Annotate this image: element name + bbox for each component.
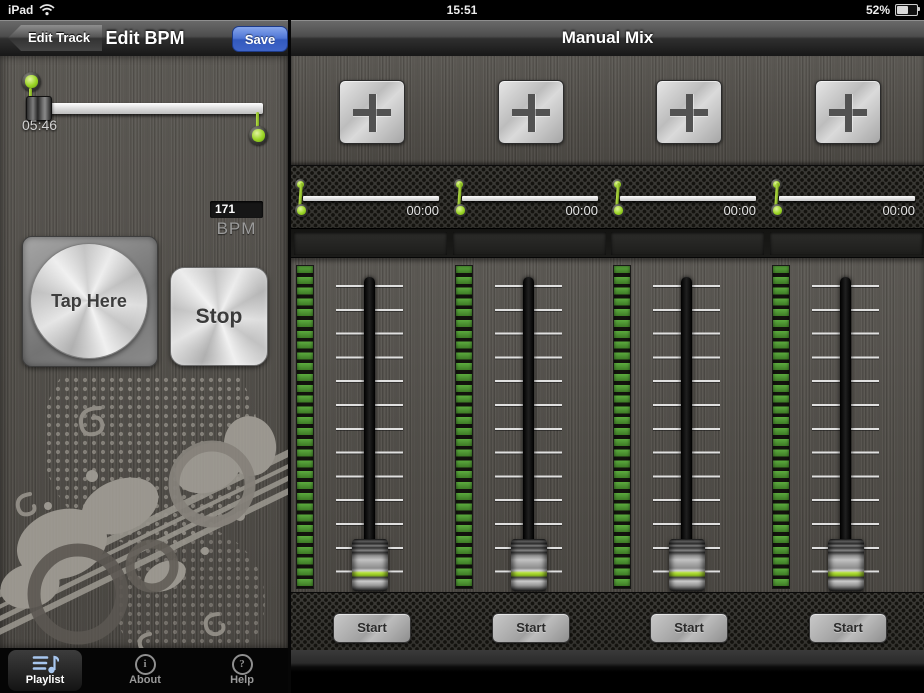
timeline-track-4[interactable] (779, 196, 915, 201)
vu-meter-1 (296, 265, 314, 589)
start-button-3[interactable]: Start (650, 613, 728, 643)
tab-help[interactable]: ? Help (205, 650, 279, 691)
timeline-pin-bottom[interactable] (612, 204, 625, 217)
tab-bar: Playlist i About ? Help (0, 648, 288, 693)
plus-icon (845, 94, 852, 132)
track-end-pin[interactable] (249, 126, 268, 145)
app-root: iPad 15:51 52% Edit Track Edit BPM Save … (0, 0, 924, 693)
tab-playlist-label: Playlist (8, 674, 82, 686)
fader-knob-1[interactable] (352, 539, 388, 591)
right-panel-title: Manual Mix (291, 20, 924, 56)
tab-about-label: About (108, 674, 182, 686)
bpm-value-field[interactable]: 171 (210, 201, 263, 218)
tap-button-frame: Tap Here (22, 236, 158, 367)
timeline-row: 00:00 00:00 00:00 00:00 (291, 165, 924, 228)
plus-icon (528, 94, 535, 132)
fader-track-3[interactable] (681, 277, 692, 563)
track-name-rail (291, 228, 924, 258)
track-name-slot-3 (611, 232, 764, 255)
track-name-slot-1 (294, 232, 447, 255)
timeline-track-1[interactable] (303, 196, 439, 201)
tab-help-label: Help (205, 674, 279, 686)
add-track-row (291, 56, 924, 165)
question-circle-icon: ? (232, 654, 253, 675)
edit-bpm-panel: 05:46 171 BPM Tap Here Stop (0, 56, 288, 648)
battery-icon (895, 4, 918, 16)
timeline-track-3[interactable] (620, 196, 756, 201)
timeline-time-3: 00:00 (668, 203, 756, 218)
start-button-1[interactable]: Start (333, 613, 411, 643)
tap-here-button[interactable]: Tap Here (30, 243, 148, 359)
fader-row (291, 258, 924, 592)
track-name-slot-2 (453, 232, 606, 255)
timeline-time-1: 00:00 (351, 203, 439, 218)
timeline-time-2: 00:00 (510, 203, 598, 218)
manual-mix-panel: 00:00 00:00 00:00 00:00 (291, 56, 924, 693)
stop-label: Stop (196, 305, 243, 329)
add-track-button-2[interactable] (498, 80, 564, 144)
timeline-pin-bottom[interactable] (771, 204, 784, 217)
track-position-slider[interactable] (37, 103, 263, 114)
track-name-slot-4 (770, 232, 923, 255)
elapsed-time-label: 05:46 (22, 117, 57, 133)
info-circle-icon: i (135, 654, 156, 675)
fader-knob-3[interactable] (669, 539, 705, 591)
status-time: 15:51 (0, 3, 924, 17)
playlist-note-icon (32, 654, 59, 674)
timeline-pin-bottom[interactable] (295, 204, 308, 217)
timeline-pin-bottom[interactable] (454, 204, 467, 217)
start-button-4[interactable]: Start (809, 613, 887, 643)
tab-about[interactable]: i About (108, 650, 182, 691)
plus-icon (686, 94, 693, 132)
add-track-button-3[interactable] (656, 80, 722, 144)
timeline-track-2[interactable] (462, 196, 598, 201)
panel-divider (288, 20, 291, 693)
save-button[interactable]: Save (232, 26, 288, 52)
fader-knob-2[interactable] (511, 539, 547, 591)
stop-button[interactable]: Stop (170, 267, 268, 366)
right-bottom-strip (291, 650, 924, 693)
vu-meter-2 (455, 265, 473, 589)
add-track-button-4[interactable] (815, 80, 881, 144)
fader-track-1[interactable] (364, 277, 375, 563)
grunge-artwork (0, 376, 288, 648)
fader-track-4[interactable] (840, 277, 851, 563)
plus-icon (369, 94, 376, 132)
fader-track-2[interactable] (523, 277, 534, 563)
tab-playlist[interactable]: Playlist (8, 650, 82, 691)
status-bar: iPad 15:51 52% (0, 0, 924, 20)
vu-meter-3 (613, 265, 631, 589)
vu-meter-4 (772, 265, 790, 589)
battery-percent: 52% (866, 3, 890, 17)
add-track-button-1[interactable] (339, 80, 405, 144)
start-button-2[interactable]: Start (492, 613, 570, 643)
tap-here-label: Tap Here (51, 291, 127, 312)
fader-knob-4[interactable] (828, 539, 864, 591)
bpm-label: BPM (210, 219, 263, 239)
timeline-time-4: 00:00 (827, 203, 915, 218)
start-row: Start Start Start Start (291, 592, 924, 650)
